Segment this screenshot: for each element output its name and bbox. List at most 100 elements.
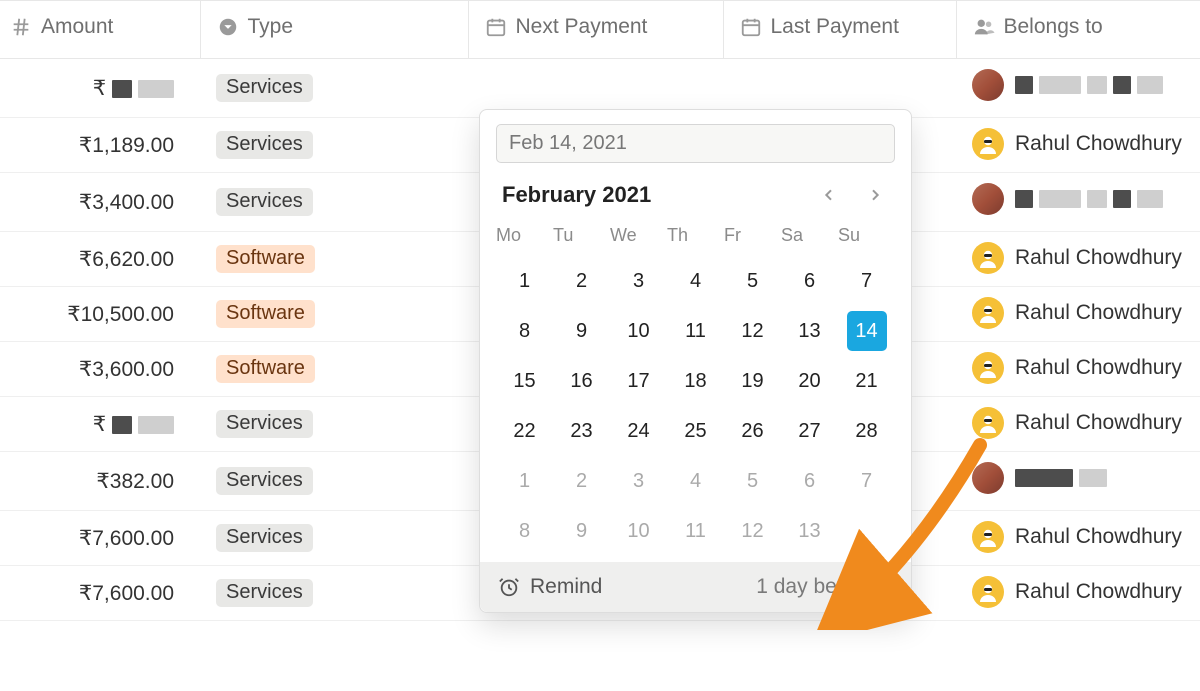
calendar-day[interactable]: 16 [553,356,610,406]
calendar-day[interactable]: 2 [553,456,610,506]
type-tag[interactable]: Services [216,74,313,102]
calendar-day[interactable]: 7 [838,256,895,306]
calendar-day[interactable]: 9 [553,506,610,556]
calendar-day[interactable]: 26 [724,406,781,456]
calendar-day[interactable]: 20 [781,356,838,406]
user-chip[interactable]: Rahul Chowdhury [972,242,1182,274]
user-chip[interactable] [972,69,1163,101]
calendar-day[interactable]: 5 [724,256,781,306]
calendar-day[interactable]: 12 [724,306,781,356]
calendar-day[interactable]: 11 [667,306,724,356]
calendar-day[interactable]: 1 [496,256,553,306]
amount-value: ₹ [93,77,106,100]
calendar-day[interactable]: 4 [667,456,724,506]
calendar-day[interactable]: 24 [610,406,667,456]
weekday-label: Fr [724,219,781,256]
date-picker: February 2021 MoTuWeThFrSaSu 12345678910… [479,109,912,613]
remind-label: Remind [530,575,602,599]
calendar-day [838,506,895,556]
calendar-day[interactable]: 18 [667,356,724,406]
col-lastpay-label: Last Payment [771,15,899,39]
calendar-day[interactable]: 3 [610,256,667,306]
avatar [972,128,1004,160]
col-amount-label: Amount [41,15,113,39]
avatar [972,242,1004,274]
remind-value-text: 1 day before [756,575,873,599]
calendar-day[interactable]: 3 [610,456,667,506]
masked-text [112,80,174,98]
type-tag[interactable]: Services [216,524,313,552]
user-chip[interactable] [972,183,1163,215]
amount-value: ₹382.00 [96,470,174,493]
col-amount[interactable]: Amount [0,1,200,59]
user-chip[interactable]: Rahul Chowdhury [972,128,1182,160]
calendar-day[interactable]: 17 [610,356,667,406]
avatar [972,69,1004,101]
user-chip[interactable]: Rahul Chowdhury [972,352,1182,384]
amount-value: ₹1,189.00 [79,134,174,157]
calendar-day[interactable]: 5 [724,456,781,506]
type-tag[interactable]: Services [216,131,313,159]
remind-dropdown[interactable]: 1 day before [756,575,893,599]
type-tag[interactable]: Services [216,467,313,495]
amount-value: ₹7,600.00 [79,582,174,605]
calendar-day[interactable]: 15 [496,356,553,406]
calendar-icon [485,16,507,38]
avatar [972,183,1004,215]
masked-text [1015,469,1107,487]
col-type[interactable]: Type [200,1,468,59]
col-last-payment[interactable]: Last Payment [723,1,956,59]
calendar-day[interactable]: 25 [667,406,724,456]
prev-month-button[interactable] [815,181,843,209]
col-nextpay-label: Next Payment [516,15,648,39]
calendar-day[interactable]: 13 [781,306,838,356]
type-tag[interactable]: Services [216,579,313,607]
amount-value: ₹6,620.00 [79,248,174,271]
type-tag[interactable]: Software [216,355,315,383]
hash-icon [10,16,32,38]
user-chip[interactable]: Rahul Chowdhury [972,297,1182,329]
col-next-payment[interactable]: Next Payment [468,1,723,59]
calendar-day[interactable]: 9 [553,306,610,356]
calendar-day[interactable]: 27 [781,406,838,456]
calendar-day[interactable]: 6 [781,256,838,306]
weekday-label: We [610,219,667,256]
type-tag[interactable]: Software [216,300,315,328]
calendar-day[interactable]: 10 [610,506,667,556]
date-input[interactable] [496,124,895,163]
calendar-day[interactable]: 4 [667,256,724,306]
amount-value: ₹ [93,413,106,436]
calendar-day[interactable]: 22 [496,406,553,456]
calendar-day[interactable]: 12 [724,506,781,556]
amount-value: ₹3,400.00 [79,191,174,214]
col-belongs-to[interactable]: Belongs to [956,1,1200,59]
calendar-day[interactable]: 2 [553,256,610,306]
amount-value: ₹7,600.00 [79,527,174,550]
calendar-grid: MoTuWeThFrSaSu 1234567891011121314151617… [496,219,895,556]
calendar-day[interactable]: 23 [553,406,610,456]
weekday-label: Mo [496,219,553,256]
calendar-day[interactable]: 7 [838,456,895,506]
calendar-day[interactable]: 28 [838,406,895,456]
calendar-day[interactable]: 8 [496,506,553,556]
calendar-day[interactable]: 11 [667,506,724,556]
type-tag[interactable]: Software [216,245,315,273]
col-belongs-label: Belongs to [1004,15,1103,39]
calendar-day[interactable]: 10 [610,306,667,356]
calendar-day[interactable]: 19 [724,356,781,406]
calendar-day[interactable]: 21 [838,356,895,406]
user-chip[interactable] [972,462,1107,494]
user-chip[interactable]: Rahul Chowdhury [972,576,1182,608]
type-tag[interactable]: Services [216,188,313,216]
user-name: Rahul Chowdhury [1015,132,1182,156]
user-chip[interactable]: Rahul Chowdhury [972,407,1182,439]
calendar-day[interactable]: 14 [838,306,895,356]
calendar-day[interactable]: 13 [781,506,838,556]
type-tag[interactable]: Services [216,410,313,438]
calendar-day[interactable]: 8 [496,306,553,356]
calendar-day[interactable]: 1 [496,456,553,506]
calendar-day[interactable]: 6 [781,456,838,506]
next-month-button[interactable] [861,181,889,209]
avatar [972,462,1004,494]
user-chip[interactable]: Rahul Chowdhury [972,521,1182,553]
